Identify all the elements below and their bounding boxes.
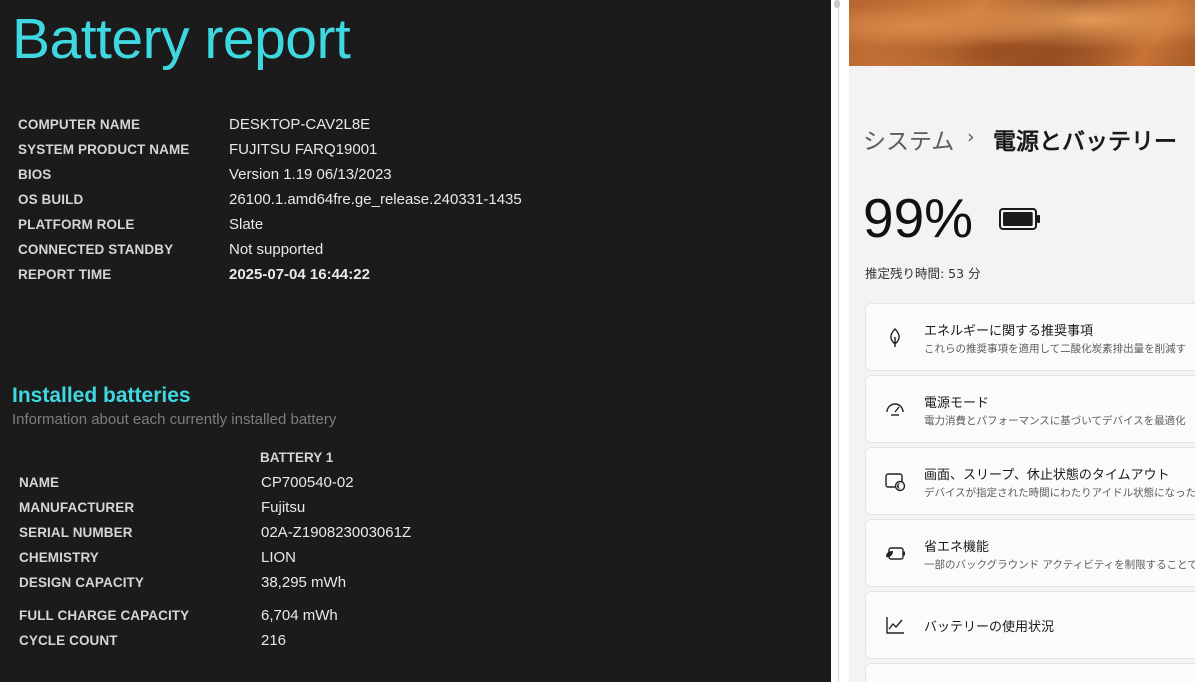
battery-value: 02A-Z190823003061Z	[261, 524, 412, 541]
window-divider	[831, 0, 849, 682]
battery-saver-icon	[886, 547, 905, 560]
info-label: CONNECTED STANDBY	[18, 242, 174, 257]
info-value: Slate	[229, 216, 264, 233]
info-value: Version 1.19 06/13/2023	[229, 166, 392, 183]
breadcrumb-system[interactable]: システム	[863, 122, 954, 156]
info-value: 2025-07-04 16:44:22	[229, 266, 370, 283]
battery-usage-card[interactable]: バッテリーの使用状況	[865, 591, 1195, 659]
battery-label: CYCLE COUNT	[19, 633, 118, 648]
battery-report-pane: Battery report COMPUTER NAME DESKTOP-CAV…	[0, 0, 831, 682]
scroll-track[interactable]	[838, 0, 839, 682]
page-title: 電源とバッテリー	[993, 129, 1177, 155]
remaining-time: 推定残り時間: 53 分	[865, 266, 981, 281]
info-label: PLATFORM ROLE	[18, 217, 135, 232]
battery-label: FULL CHARGE CAPACITY	[19, 608, 190, 623]
screen-sleep-timeout-card[interactable]: 画面、スリープ、休止状態のタイムアウト デバイスが指定された時間にわたりアイドル…	[865, 447, 1195, 515]
report-title: Battery report	[12, 7, 351, 71]
settings-pane: システム › 電源とバッテリー 99% 推定残り時間: 53 分 エネルギーに関…	[849, 0, 1195, 682]
power-mode-card[interactable]: 電源モード 電力消費とパフォーマンスに基づいてデバイスを最適化	[865, 375, 1195, 443]
installed-batteries-subtitle: Information about each currently install…	[12, 411, 337, 428]
card-title: 省エネ機能	[924, 540, 990, 555]
battery-saver-card[interactable]: 省エネ機能 一部のバックグラウンド アクティビティを制限することで、電力	[865, 519, 1195, 587]
chart-line-icon	[886, 617, 904, 634]
leaf-icon	[890, 328, 900, 347]
card-title: バッテリーの使用状況	[924, 620, 1055, 635]
battery-value: 38,295 mWh	[261, 574, 347, 591]
battery-label: SERIAL NUMBER	[19, 525, 133, 540]
card-subtitle: 電力消費とパフォーマンスに基づいてデバイスを最適化	[924, 415, 1186, 427]
card-subtitle: デバイスが指定された時間にわたりアイドル状態になった場	[924, 487, 1195, 499]
battery-value: 6,704 mWh	[261, 607, 338, 624]
power-mode-gauge-icon	[886, 403, 904, 416]
battery-label: NAME	[19, 475, 60, 490]
info-label: OS BUILD	[18, 192, 84, 207]
info-value: Not supported	[229, 241, 324, 258]
battery-percent: 99%	[863, 187, 974, 249]
info-value: FUJITSU FARQ19001	[229, 141, 378, 158]
info-value: DESKTOP-CAV2L8E	[229, 116, 371, 133]
battery-icon	[999, 208, 1040, 230]
card-subtitle: これらの推奨事項を適用して二酸化炭素排出量を削減す	[924, 343, 1187, 355]
card-title: エネルギーに関する推奨事項	[924, 324, 1094, 339]
battery-label: CHEMISTRY	[19, 550, 99, 565]
desktop-wallpaper-image	[849, 0, 1195, 66]
next-settings-card[interactable]	[865, 663, 1195, 682]
energy-recommendations-card[interactable]: エネルギーに関する推奨事項 これらの推奨事項を適用して二酸化炭素排出量を削減す	[865, 303, 1195, 371]
screen-sleep-icon	[885, 473, 906, 492]
scrollbar-thumb[interactable]	[834, 0, 840, 8]
battery-column-header: BATTERY 1	[260, 450, 334, 465]
battery-label: DESIGN CAPACITY	[19, 575, 145, 590]
installed-batteries-heading: Installed batteries	[12, 384, 191, 407]
info-label: SYSTEM PRODUCT NAME	[18, 142, 190, 157]
battery-value: CP700540-02	[261, 474, 354, 491]
chevron-right-icon: ›	[967, 126, 975, 148]
info-label: BIOS	[18, 167, 52, 182]
card-title: 画面、スリープ、休止状態のタイムアウト	[924, 468, 1170, 483]
info-label: COMPUTER NAME	[18, 117, 141, 132]
battery-value: 216	[261, 632, 287, 649]
card-title: 電源モード	[924, 396, 990, 411]
info-label: REPORT TIME	[18, 267, 112, 282]
info-value: 26100.1.amd64fre.ge_release.240331-1435	[229, 191, 522, 208]
card-subtitle: 一部のバックグラウンド アクティビティを制限することで、電力	[924, 559, 1195, 571]
battery-value: LION	[261, 549, 297, 566]
battery-value: Fujitsu	[261, 499, 306, 516]
battery-label: MANUFACTURER	[19, 500, 135, 515]
